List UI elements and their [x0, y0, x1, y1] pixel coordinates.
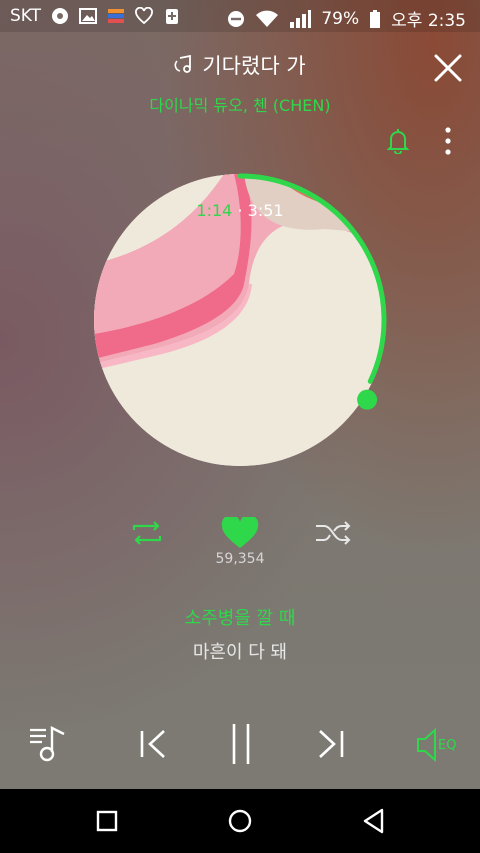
signal-icon — [290, 9, 312, 28]
system-navigation-bar — [0, 789, 480, 853]
equalizer-button[interactable]: EQ — [416, 728, 462, 762]
do-not-disturb-icon — [228, 10, 245, 27]
battery-saver-icon — [166, 9, 179, 24]
speaker-icon — [417, 728, 436, 762]
like-count: 59,354 — [215, 551, 265, 567]
music-note-icon — [174, 54, 192, 73]
heart-outline-icon — [135, 7, 153, 25]
more-options-icon[interactable] — [440, 126, 456, 156]
clock: 오후 2:35 — [391, 11, 466, 31]
battery-percent: 79% — [321, 8, 360, 29]
lyric-current[interactable]: 소주병을 깔 때 — [0, 604, 480, 630]
home-icon[interactable] — [228, 809, 252, 833]
recent-apps-icon[interactable] — [96, 810, 118, 832]
track-artist[interactable]: 다이나믹 듀오, 첸 (CHEN) — [0, 92, 480, 116]
bell-icon[interactable] — [386, 128, 410, 154]
playback-time: 1:14 · 3:51 — [0, 201, 480, 220]
total-time: 3:51 — [247, 201, 284, 220]
track-title-row: 기다렸다 가 — [0, 50, 480, 80]
battery-icon — [370, 9, 381, 28]
music-app-icon — [52, 8, 69, 24]
shuffle-icon[interactable] — [314, 516, 352, 550]
previous-track-icon[interactable] — [138, 728, 168, 760]
eq-label: EQ — [438, 738, 457, 753]
wifi-icon — [256, 10, 279, 27]
lyric-next[interactable]: 마흔이 다 돼 — [0, 638, 480, 664]
current-time: 1:14 — [196, 201, 233, 220]
status-bar: SKT 79% 오후 2:35 — [0, 0, 480, 32]
playlist-icon[interactable] — [28, 724, 68, 764]
close-icon[interactable] — [432, 52, 464, 84]
track-title: 기다렸다 가 — [202, 54, 306, 78]
carrier-label: SKT — [10, 6, 42, 26]
pause-icon[interactable] — [228, 722, 254, 766]
like-heart-icon[interactable] — [221, 517, 259, 549]
repeat-icon[interactable] — [130, 516, 164, 550]
progress-knob[interactable] — [357, 389, 378, 410]
time-separator: · — [237, 201, 243, 220]
gallery-icon — [79, 8, 98, 24]
next-track-icon[interactable] — [316, 728, 346, 760]
app-notification-icon — [108, 9, 125, 23]
back-icon[interactable] — [362, 808, 386, 834]
